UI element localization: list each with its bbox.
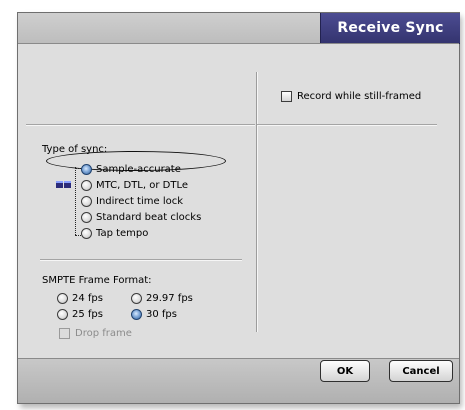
smpte-option-24fps[interactable]: 24 fps [57,293,103,304]
sync-option-label: Tap tempo [96,228,149,239]
radio-button[interactable] [81,228,92,239]
sync-option-label: Standard beat clocks [96,212,202,223]
receive-sync-dialog: Receive Sync [17,12,460,404]
drop-frame-option[interactable]: Drop frame [59,328,132,339]
title-tab: Receive Sync [320,13,460,44]
radio-button[interactable] [81,196,92,207]
sync-smpte-divider [40,259,242,260]
sync-option-tap-tempo[interactable]: Tap tempo [81,228,148,239]
dialog-title: Receive Sync [337,20,444,36]
sync-option-indirect-time-lock[interactable]: Indirect time lock [81,196,183,207]
smpte-option-label: 24 fps [72,293,103,304]
sync-option-label: Indirect time lock [96,196,184,207]
sync-option-mtc-dtl[interactable]: MTC, DTL, or DTLe [81,180,188,191]
radio-button[interactable] [131,293,142,304]
radio-button[interactable] [81,212,92,223]
drop-frame-label: Drop frame [75,328,132,339]
sync-option-standard-beat-clocks[interactable]: Standard beat clocks [81,212,201,223]
sync-option-label: MTC, DTL, or DTLe [96,180,188,191]
radio-button[interactable] [131,309,142,320]
title-bar[interactable]: Receive Sync [18,13,460,44]
sync-option-label: Sample-accurate [96,164,181,175]
smpte-option-label: 29.97 fps [146,293,193,304]
right-top-divider [257,124,437,125]
drop-frame-checkbox[interactable] [59,328,70,339]
smpte-option-2997fps[interactable]: 29.97 fps [131,293,193,304]
smpte-option-label: 30 fps [146,309,177,320]
smpte-option-30fps[interactable]: 30 fps [131,309,177,320]
smpte-option-label: 25 fps [72,309,103,320]
record-still-framed-label: Record while still-framed [297,91,422,102]
sync-option-sample-accurate[interactable]: Sample-accurate [81,164,181,175]
radio-button[interactable] [57,309,68,320]
link-bracket-line [75,167,76,235]
radio-button[interactable] [81,180,92,191]
ok-button[interactable]: OK [320,360,370,382]
smpte-heading: SMPTE Frame Format: [42,275,152,286]
record-still-framed-checkbox[interactable] [281,91,292,102]
smpte-option-25fps[interactable]: 25 fps [57,309,103,320]
vertical-divider [256,72,257,332]
link-icon [56,181,71,188]
left-top-divider [26,124,255,125]
record-still-framed-option[interactable]: Record while still-framed [281,91,421,102]
radio-button[interactable] [81,164,92,175]
cancel-button[interactable]: Cancel [389,360,453,382]
radio-button[interactable] [57,293,68,304]
